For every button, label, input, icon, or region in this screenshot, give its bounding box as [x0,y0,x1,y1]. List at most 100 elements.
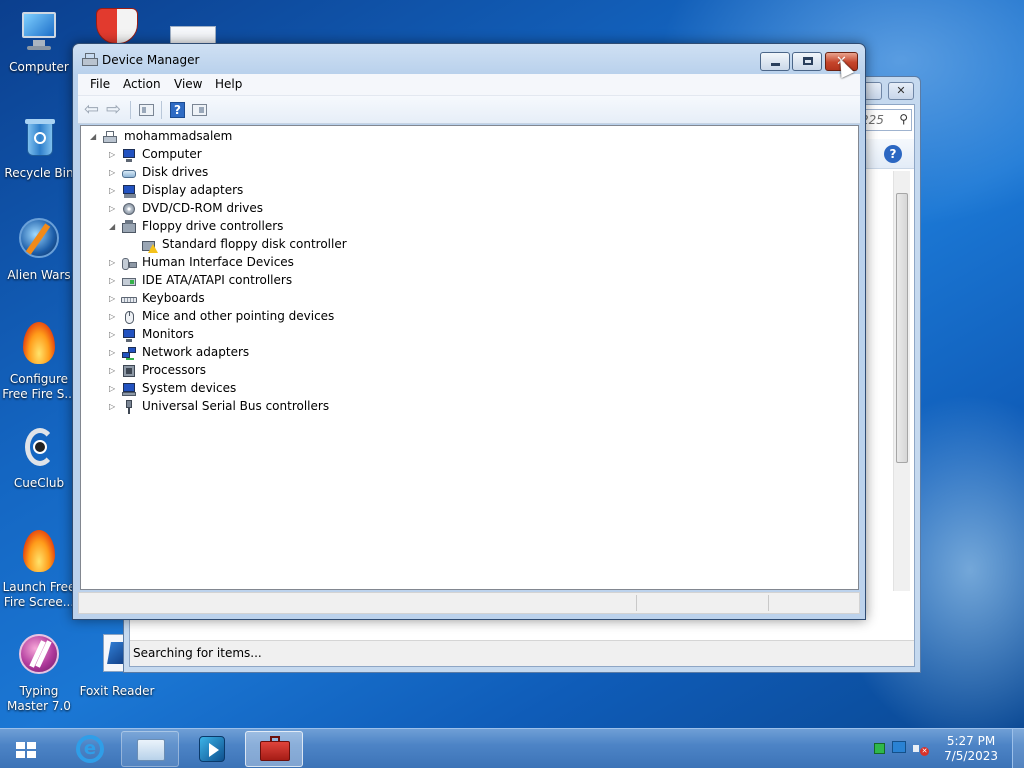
warning-device-icon [141,237,158,253]
search-icon: ⚲ [899,112,908,126]
tree-item-label: Processors [142,363,207,377]
vertical-scrollbar[interactable] [893,171,910,591]
help-icon[interactable]: ? [169,101,187,119]
menu-file[interactable]: File [90,77,110,91]
maximize-button[interactable] [792,52,822,71]
desktop-icon-label: Recycle Bin [4,166,74,180]
device-manager-window[interactable]: Device Manager ✕ File Action View Help ⇦… [72,43,866,620]
expand-arrow-icon[interactable]: ▷ [109,402,117,412]
typing-master-icon [15,632,63,680]
taskbar-device-manager[interactable] [245,731,303,767]
desktop-icon-label: Launch Free [2,580,76,594]
clock[interactable]: 5:27 PM 7/5/2023 [944,734,998,764]
ide-controller-icon [121,273,137,289]
desktop-icon-label: Fire Scree... [3,595,75,609]
scan-hardware-icon[interactable] [191,101,209,119]
expand-arrow-icon[interactable]: ▷ [109,258,117,268]
network-status-icon[interactable] [874,743,885,754]
back-arrow-icon[interactable]: ⇦ [84,101,102,119]
expand-arrow-icon[interactable]: ▷ [109,366,117,376]
status-text: Searching for items... [133,646,262,660]
menu-bar: File Action View Help [78,74,860,96]
desktop-icon-launch-free-fire[interactable]: Launch Free Fire Scree... [1,528,77,610]
desktop-icon-label: CueClub [13,476,65,490]
action-center-icon[interactable] [892,741,906,753]
expand-arrow-icon[interactable]: ▷ [109,204,117,214]
expand-arrow-icon[interactable]: ▷ [109,294,117,304]
folder-icon [137,739,165,761]
show-desktop-button[interactable] [1012,729,1024,768]
root-label: mohammadsalem [124,129,233,143]
taskbar-file-explorer[interactable] [121,731,179,767]
tree-item-label: System devices [142,381,237,395]
expand-arrow-icon[interactable]: ▷ [109,150,117,160]
monitor-icon [121,327,137,343]
explorer-status-bar: Searching for items... [130,640,914,666]
status-divider [636,595,637,611]
scrollbar-thumb[interactable] [896,193,908,463]
start-button[interactable] [6,733,46,765]
desktop-icon-computer[interactable]: Computer [1,8,77,75]
flame-icon [15,320,63,368]
volume-muted-icon[interactable]: ✕ [912,741,929,757]
desktop-icon-typing-master[interactable]: Typing Master 7.0 [1,632,77,714]
tree-item-label: Keyboards [142,291,205,305]
expand-arrow-icon[interactable]: ▷ [109,312,117,322]
minimize-button[interactable] [760,52,790,71]
collapse-arrow-icon[interactable]: ◢ [90,132,98,142]
desktop-icon-label: Computer [9,60,69,74]
tree-item-label: Standard floppy disk controller [162,237,347,251]
document-thumbnail-icon[interactable] [170,26,216,44]
menu-help[interactable]: Help [215,77,242,91]
close-button[interactable]: ✕ [888,82,914,100]
desktop-icon-label: Typing [19,684,59,698]
device-manager-icon [82,53,98,67]
taskbar-internet-explorer[interactable]: e [61,731,119,767]
shield-icon[interactable] [96,8,138,44]
forward-arrow-icon[interactable]: ⇨ [106,101,124,119]
expand-arrow-icon[interactable]: ▷ [109,330,117,340]
toolbar-separator [130,101,131,119]
minimize-icon [771,63,780,66]
processor-icon [121,363,137,379]
menu-action[interactable]: Action [123,77,161,91]
usb-icon [121,399,137,415]
computer-icon [15,8,63,56]
system-tray: ✕ 5:27 PM 7/5/2023 [854,729,1024,768]
properties-view-icon[interactable] [138,101,156,119]
flame-icon [15,528,63,576]
computer-root-icon [102,129,118,145]
tree-item-label: IDE ATA/ATAPI controllers [142,273,293,287]
desktop-icon-label: Alien Wars [7,268,71,282]
device-tree[interactable]: ◢ mohammadsalem ▷ Computer ▷ Disk drives… [80,125,859,590]
expand-arrow-icon[interactable]: ▷ [109,186,117,196]
windows-logo-icon [16,742,36,758]
expand-arrow-icon[interactable]: ▷ [109,168,117,178]
collapse-arrow-icon[interactable]: ◢ [109,222,117,232]
hid-icon [121,255,137,271]
clock-time: 5:27 PM [946,734,996,748]
tree-item-label: Network adapters [142,345,250,359]
menu-view[interactable]: View [174,77,202,91]
toolbox-icon [260,736,290,761]
tree-item-label: Monitors [142,327,194,341]
help-icon[interactable]: ? [884,145,902,163]
desktop-icon-label: Foxit Reader [79,684,155,698]
recycle-bin-icon [15,114,63,162]
taskbar-media-player[interactable] [183,731,241,767]
tree-item-label: Human Interface Devices [142,255,294,269]
desktop-icon-recycle-bin[interactable]: Recycle Bin [1,114,77,181]
title-bar[interactable]: Device Manager ✕ [73,44,865,75]
media-player-icon [199,736,225,762]
expand-arrow-icon[interactable]: ▷ [109,276,117,286]
desktop-icon-alien-wars[interactable]: Alien Wars [1,216,77,283]
expand-arrow-icon[interactable]: ▷ [109,348,117,358]
desktop-icon-label: Free Fire S... [2,387,76,401]
desktop-icon-cueclub[interactable]: CueClub [1,424,77,491]
dvd-drive-icon [121,201,137,217]
search-input[interactable]: 225 ⚲ [858,109,912,131]
expand-arrow-icon[interactable]: ▷ [109,384,117,394]
desktop-icon-configure-free-fire[interactable]: Configure Free Fire S... [1,320,77,402]
restore-icon [803,57,813,65]
status-divider [768,595,769,611]
